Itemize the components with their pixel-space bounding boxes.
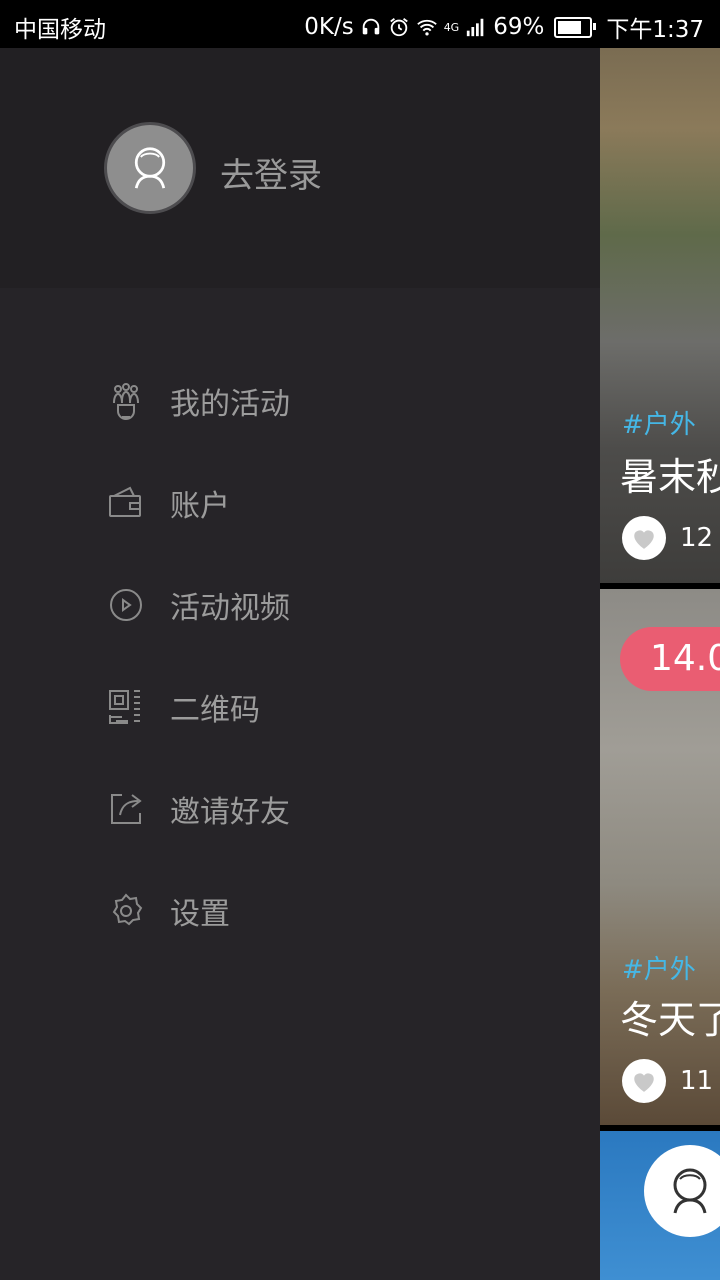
menu-item-invite-friends[interactable]: 邀请好友 bbox=[0, 769, 600, 849]
menu-label: 活动视频 bbox=[170, 591, 290, 626]
battery-percent: 69% bbox=[493, 14, 545, 40]
network-type: 4G bbox=[443, 20, 460, 34]
wallet-icon bbox=[109, 486, 141, 517]
net-speed: 0K/s bbox=[304, 14, 354, 40]
headset-icon bbox=[362, 18, 379, 35]
card-tag: #户外 bbox=[622, 955, 696, 985]
play-icon bbox=[110, 589, 142, 621]
login-link[interactable]: 去登录 bbox=[220, 148, 322, 197]
menu-item-activity-videos[interactable]: 活动视频 bbox=[0, 565, 600, 645]
menu-item-account[interactable]: 账户 bbox=[0, 463, 600, 543]
menu-label: 二维码 bbox=[170, 693, 260, 728]
heart-icon[interactable] bbox=[622, 1059, 666, 1103]
avatar[interactable] bbox=[104, 122, 196, 214]
gear-icon bbox=[112, 893, 143, 926]
menu-label: 邀请好友 bbox=[170, 795, 290, 830]
wifi-icon bbox=[416, 19, 437, 36]
card-tag: #户外 bbox=[622, 410, 696, 440]
menu-item-qrcode[interactable]: 二维码 bbox=[0, 667, 600, 747]
share-icon bbox=[111, 794, 142, 824]
feed-card[interactable]: 14.0 #户外 冬天了 11 bbox=[600, 589, 720, 1125]
feed-card[interactable] bbox=[600, 1131, 720, 1280]
price-badge: 14.0 bbox=[620, 627, 720, 691]
menu-label: 设置 bbox=[170, 897, 230, 932]
like-row[interactable]: 12 bbox=[622, 516, 713, 560]
menu-item-my-activities[interactable]: 我的活动 bbox=[0, 361, 600, 441]
like-count: 11 bbox=[680, 1066, 714, 1096]
carrier-name: 中国移动 bbox=[14, 17, 106, 43]
user-avatar-icon bbox=[673, 1168, 707, 1214]
people-icon bbox=[113, 383, 139, 420]
menu-item-settings[interactable]: 设置 bbox=[0, 871, 600, 951]
card-title: 暑末秒 bbox=[620, 455, 720, 499]
signal-icon bbox=[467, 18, 484, 37]
activity-feed: #户外 暑末秒 12 14.0 #户外 冬天了 11 bbox=[600, 48, 720, 1280]
battery-icon bbox=[554, 16, 597, 38]
like-row[interactable]: 11 bbox=[622, 1059, 713, 1103]
heart-icon[interactable] bbox=[622, 516, 666, 560]
card-title: 冬天了 bbox=[620, 998, 720, 1042]
menu-label: 账户 bbox=[170, 489, 230, 524]
profile-fab[interactable] bbox=[644, 1145, 720, 1237]
like-count: 12 bbox=[680, 523, 714, 553]
drawer-header[interactable]: 去登录 bbox=[0, 48, 600, 288]
status-icons: 0K/s 4G 69% 下午1:37 bbox=[304, 10, 704, 44]
alarm-icon bbox=[389, 18, 408, 37]
user-avatar-icon bbox=[134, 147, 166, 189]
menu-label: 我的活动 bbox=[170, 387, 290, 422]
clock: 下午1:37 bbox=[606, 17, 704, 43]
navigation-drawer: 去登录 我的活动 账户 活动视频 二维码 邀请好友 设置 bbox=[0, 48, 600, 1280]
status-bar: 中国移动 0K/s 4G 69% 下午1:37 bbox=[0, 0, 720, 48]
qrcode-icon bbox=[109, 690, 140, 724]
feed-card[interactable]: #户外 暑末秒 12 bbox=[600, 48, 720, 583]
